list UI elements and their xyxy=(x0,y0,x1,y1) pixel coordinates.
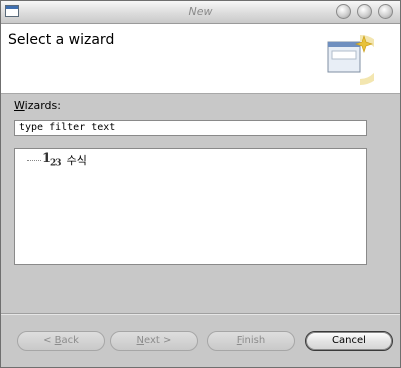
wizard-filter-input[interactable]: type filter text xyxy=(14,120,367,136)
numbers-icon: 123 xyxy=(42,151,62,169)
tree-connector xyxy=(27,159,41,161)
wizards-label: Wizards: xyxy=(14,99,61,112)
tree-item-label: 수식 xyxy=(66,154,87,167)
maximize-button[interactable] xyxy=(357,4,372,19)
page-title: Select a wizard xyxy=(8,32,115,48)
finish-button[interactable]: Finish xyxy=(207,331,295,351)
wizard-tree[interactable]: 123 수식 xyxy=(14,148,367,265)
next-button[interactable]: Next > xyxy=(110,331,198,351)
wizard-banner-icon xyxy=(327,35,374,85)
close-button[interactable] xyxy=(378,4,393,19)
minimize-button[interactable] xyxy=(336,4,351,19)
back-button[interactable]: < Back xyxy=(17,331,105,351)
cancel-button[interactable]: Cancel xyxy=(305,331,393,351)
title-bar[interactable]: New xyxy=(1,1,400,24)
wizard-header: Select a wizard xyxy=(1,24,400,94)
tree-item-formula[interactable]: 123 수식 xyxy=(27,151,87,169)
new-wizard-dialog: New Select a wizard Wizards: type filter… xyxy=(0,0,401,368)
button-bar-separator xyxy=(1,313,400,315)
